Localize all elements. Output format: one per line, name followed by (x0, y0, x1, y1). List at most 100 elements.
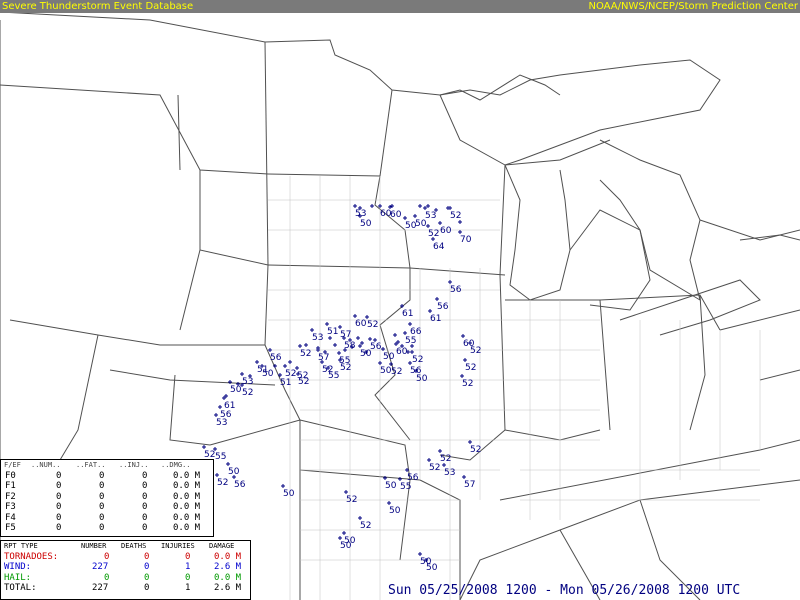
fscale-row: F4 0 0 0 0.0 M (1, 513, 213, 524)
report-marker (448, 280, 452, 284)
fscale-inj: 0 (142, 491, 148, 502)
fscale-header-fat: ..FAT.. (76, 461, 106, 469)
report-marker (410, 350, 414, 354)
report-label: 56 (270, 353, 282, 363)
title-bar: Severe Thunderstorm Event Database NOAA/… (0, 0, 800, 13)
report-marker (423, 206, 427, 210)
report-marker (353, 314, 357, 318)
report-label: 64 (433, 242, 445, 252)
fscale-row: F5 0 0 0 0.0 M (1, 523, 213, 534)
report-marker (218, 405, 222, 409)
report-label: 56 (220, 410, 232, 420)
report-label: 52 (298, 377, 309, 387)
fscale-label: F0 (5, 470, 16, 481)
summary-table: RPT TYPE NUMBER DEATHS INJURIES DAMAGE T… (0, 540, 251, 600)
summary-damage: 2.6 M (214, 562, 242, 572)
fscale-dmg: 0.0 M (173, 481, 201, 491)
report-marker (360, 341, 364, 345)
report-marker (403, 331, 407, 335)
fscale-label: F4 (5, 512, 16, 523)
report-marker (310, 328, 314, 332)
report-label: 53 (312, 333, 323, 343)
report-label: 56 (437, 302, 449, 312)
summary-row-tornadoes: TORNADOES: 0 0 0 0.0 M (1, 552, 250, 563)
report-label: 52 (242, 388, 253, 398)
agency-title: NOAA/NWS/NCEP/Storm Prediction Center (588, 1, 798, 12)
summary-header-number: NUMBER (81, 542, 107, 550)
report-marker (461, 334, 465, 338)
report-marker (255, 360, 259, 364)
summary-type: TOTAL: (4, 583, 37, 593)
summary-number: 0 (104, 551, 110, 562)
report-marker (370, 204, 374, 208)
report-label: 52 (340, 363, 351, 373)
fscale-inj: 0 (142, 470, 148, 481)
summary-deaths: 0 (144, 551, 150, 562)
fscale-dmg: 0.0 M (173, 491, 201, 502)
report-label: 53 (355, 209, 366, 219)
fscale-header-num: ..NUM.. (31, 461, 61, 469)
report-label: 52 (429, 463, 440, 473)
report-marker (413, 214, 417, 218)
report-label: 50 (380, 366, 392, 376)
report-label: 50 (385, 481, 397, 491)
report-label: 57 (464, 480, 475, 490)
fscale-num: 0 (56, 470, 62, 481)
fscale-row: F1 0 0 0 0.0 M (1, 481, 213, 492)
report-marker (333, 343, 337, 347)
report-marker (356, 336, 360, 340)
summary-row-hail: HAIL: 0 0 0 0.0 M (1, 573, 250, 584)
report-marker (316, 346, 320, 350)
fscale-fat: 0 (99, 523, 105, 533)
date-range: Sun 05/25/2008 1200 - Mon 05/26/2008 120… (388, 583, 741, 598)
report-marker (460, 374, 464, 378)
report-marker (398, 477, 402, 481)
report-label: 52 (470, 445, 481, 455)
summary-number: 227 (92, 562, 109, 572)
fscale-fat: 0 (99, 481, 105, 491)
county-grid (268, 176, 761, 600)
fscale-inj: 0 (142, 481, 148, 491)
summary-type: WIND: (4, 562, 32, 572)
report-marker (378, 361, 382, 365)
summary-header-row: RPT TYPE NUMBER DEATHS INJURIES DAMAGE (1, 541, 250, 552)
report-label: 51 (280, 378, 291, 388)
report-marker (281, 484, 285, 488)
report-label: 52 (300, 349, 311, 359)
report-marker (428, 309, 432, 313)
report-label: 60 (390, 210, 402, 220)
report-label: 52 (465, 363, 476, 373)
report-marker (396, 340, 400, 344)
report-label: 56 (450, 285, 462, 295)
great-lakes (439, 59, 800, 336)
report-label: 52 (440, 454, 451, 464)
report-marker (418, 204, 422, 208)
report-marker (353, 204, 357, 208)
summary-injuries: 1 (185, 562, 191, 572)
summary-row-wind: WIND: 227 0 1 2.6 M (1, 562, 250, 573)
report-label: 61 (430, 314, 441, 324)
report-label: 53 (425, 211, 436, 221)
report-marker (224, 394, 228, 398)
report-marker (344, 490, 348, 494)
report-marker (468, 440, 472, 444)
report-label: 55 (215, 452, 226, 462)
report-label: 55 (400, 482, 411, 492)
report-marker (268, 348, 272, 352)
report-marker (304, 343, 308, 347)
fscale-header-row: F/EF ..NUM.. ..FAT.. ..INJ.. ..DMG.. (1, 460, 213, 471)
report-label: 52 (360, 521, 371, 531)
fscale-table: F/EF ..NUM.. ..FAT.. ..INJ.. ..DMG.. F0 … (0, 459, 214, 537)
report-label: 56 (370, 342, 382, 352)
report-marker (226, 462, 230, 466)
fscale-num: 0 (56, 481, 62, 491)
fscale-fat: 0 (99, 491, 105, 502)
fscale-header-fef: F/EF (4, 461, 21, 469)
report-marker (368, 337, 372, 341)
report-marker (387, 501, 391, 505)
report-label: 52 (450, 211, 461, 221)
report-label: 50 (383, 352, 395, 362)
fscale-dmg: 0.0 M (173, 502, 201, 512)
summary-deaths: 0 (144, 562, 150, 572)
report-marker (403, 216, 407, 220)
